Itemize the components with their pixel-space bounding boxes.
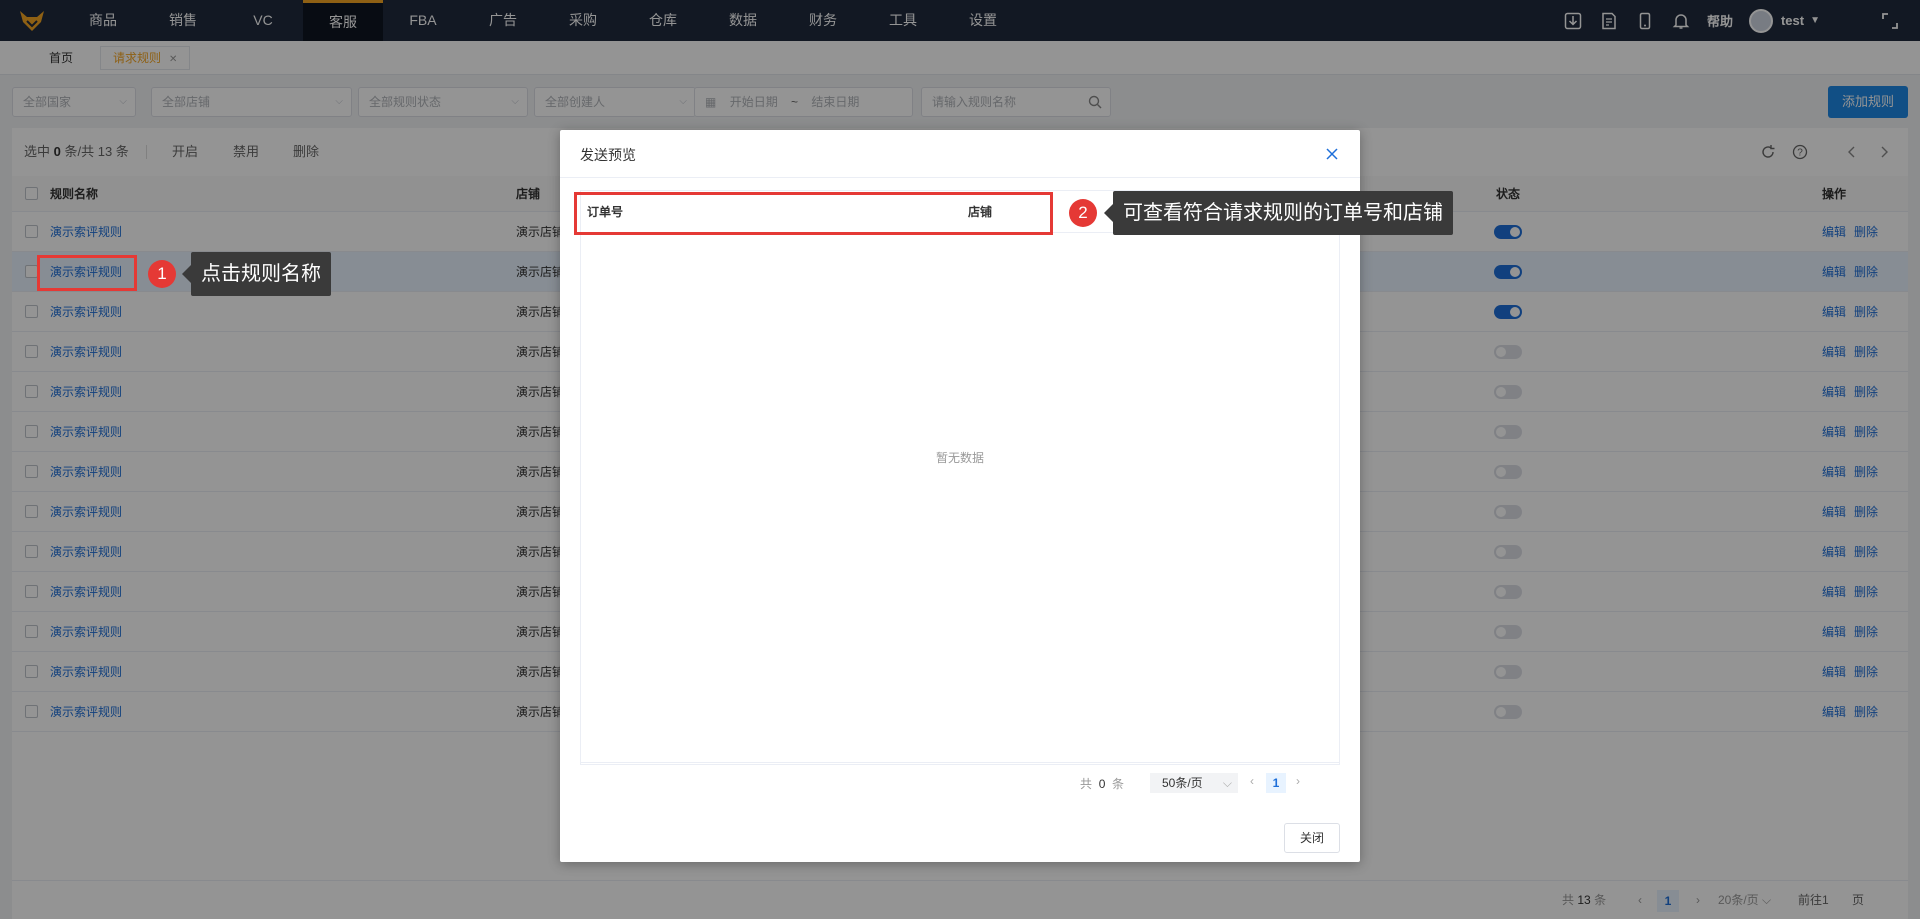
dialog-total-prefix: 共 [1080,777,1093,791]
dialog-close-button[interactable]: 关闭 [1284,823,1340,853]
dialog-pagination: 共 0 条 50条/页 ⌵ ‹ 1 › [580,762,1340,802]
preview-table: 订单号 店铺 暂无数据 [580,190,1340,765]
dialog-page-size-value: 50条/页 [1162,776,1203,790]
dialog-total-suffix: 条 [1112,777,1125,791]
dialog-total-value: 0 [1098,777,1106,791]
step1-highlight [37,255,137,291]
step2-highlight [574,192,1053,235]
send-preview-dialog: 发送预览 订单号 店铺 暂无数据 共 0 条 50条/页 ⌵ ‹ 1 › 关闭 [560,130,1360,862]
close-icon[interactable] [1322,144,1342,164]
dialog-total: 共 0 条 [1080,775,1124,792]
step2-tooltip: 可查看符合请求规则的订单号和店铺 [1104,191,1453,235]
step2-badge: 2 [1069,199,1097,227]
dialog-header: 发送预览 [560,130,1360,178]
dialog-page-button[interactable]: 1 [1266,773,1286,793]
chevron-down-icon: ⌵ [1222,776,1232,790]
chevron-left-icon[interactable]: ‹ [1250,774,1254,788]
dialog-page-size-select[interactable]: 50条/页 ⌵ [1150,773,1238,793]
empty-placeholder: 暂无数据 [935,451,984,465]
dialog-title: 发送预览 [580,147,636,163]
chevron-right-icon[interactable]: › [1296,774,1300,788]
step1-badge: 1 [148,260,176,288]
step1-tooltip: 点击规则名称 [182,252,331,296]
